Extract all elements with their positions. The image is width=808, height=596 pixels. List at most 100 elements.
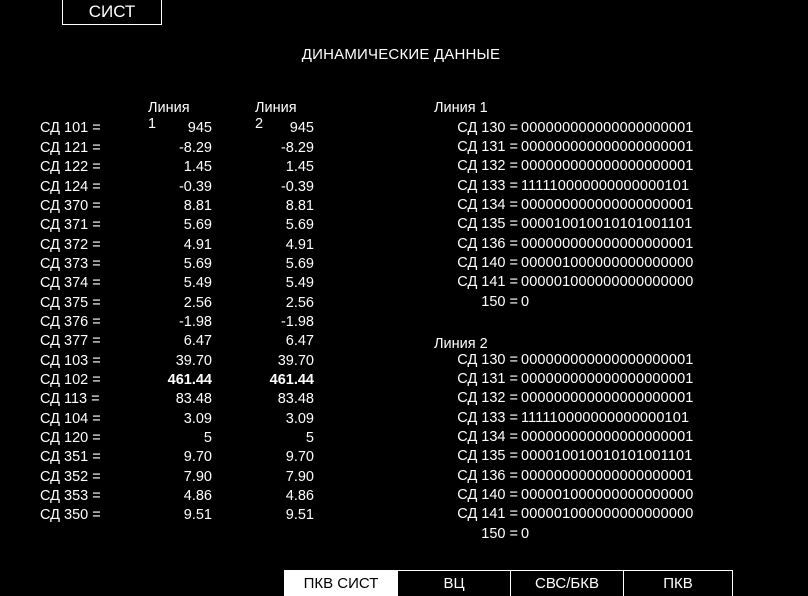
page-title: ДИНАМИЧЕСКИЕ ДАННЫЕ bbox=[301, 46, 501, 63]
line1-value: 9.51 bbox=[183, 507, 212, 523]
bit-value: 000000000000000000001 bbox=[521, 352, 694, 368]
line1-value: 5.49 bbox=[183, 275, 212, 291]
line1-value: 9.70 bbox=[183, 449, 212, 465]
left-data-row: СД 104 = 3.09 3.09 bbox=[40, 411, 320, 430]
left-data-row: СД 102 = 461.44 461.44 bbox=[40, 372, 320, 391]
right-data-row: СД 131 = 000000000000000000001 bbox=[434, 139, 734, 158]
bit-value: 000000000000000000001 bbox=[521, 429, 694, 445]
row-label: СД 132 = bbox=[457, 390, 518, 406]
right-data-row: СД 140 = 000001000000000000000 bbox=[434, 487, 734, 506]
row-label: СД 370 = bbox=[40, 198, 101, 214]
row-label: СД 121 = bbox=[40, 140, 101, 156]
right-data-row: СД 133 = 111110000000000000101 bbox=[434, 410, 734, 429]
line1-value: 945 bbox=[187, 120, 212, 136]
line2-value: 945 bbox=[289, 120, 314, 136]
left-data-row: СД 124 = -0.39 -0.39 bbox=[40, 179, 320, 198]
line2-value: 39.70 bbox=[277, 353, 314, 369]
bit-value: 000000000000000000001 bbox=[521, 371, 694, 387]
line2-value: 7.90 bbox=[285, 469, 314, 485]
line2-value: 9.51 bbox=[285, 507, 314, 523]
left-data-row: СД 101 = 945 945 bbox=[40, 120, 320, 139]
bit-value: 000001000000000000000 bbox=[521, 487, 694, 503]
left-data-row: СД 121 = -8.29 -8.29 bbox=[40, 140, 320, 159]
bit-value: 111110000000000000101 bbox=[521, 178, 690, 194]
bit-value: 000000000000000000001 bbox=[521, 390, 694, 406]
sist-button[interactable]: СИСТ bbox=[62, 0, 162, 25]
line1-value: 8.81 bbox=[183, 198, 212, 214]
line2-value: 5.69 bbox=[285, 256, 314, 272]
row-label: СД 102 = bbox=[40, 372, 101, 388]
bit-value: 000001000000000000000 bbox=[521, 506, 694, 522]
bit-value: 000010010010101001101 bbox=[521, 216, 693, 232]
row-label: СД 133 = bbox=[457, 178, 518, 194]
line1-value: -0.39 bbox=[178, 179, 212, 195]
row-label: СД 134 = bbox=[457, 197, 518, 213]
left-data-row: СД 377 = 6.47 6.47 bbox=[40, 333, 320, 352]
row-label: 150 = bbox=[481, 526, 518, 542]
right-data-row: СД 141 = 000001000000000000000 bbox=[434, 506, 734, 525]
line2-value: 9.70 bbox=[285, 449, 314, 465]
row-label: СД 133 = bbox=[457, 410, 518, 426]
line2-value: -8.29 bbox=[280, 140, 314, 156]
line2-value: -1.98 bbox=[280, 314, 314, 330]
right-data-row: СД 141 = 000001000000000000000 bbox=[434, 274, 734, 293]
line1-value: 6.47 bbox=[183, 333, 212, 349]
line2-value: 3.09 bbox=[285, 411, 314, 427]
left-data-row: СД 103 = 39.70 39.70 bbox=[40, 353, 320, 372]
row-label: СД 136 = bbox=[457, 236, 518, 252]
tab-svs-bkv[interactable]: СВС/БКВ bbox=[510, 571, 623, 596]
row-label: СД 120 = bbox=[40, 430, 101, 446]
right-data-row: СД 130 = 000000000000000000001 bbox=[434, 352, 734, 371]
left-data-row: СД 374 = 5.49 5.49 bbox=[40, 275, 320, 294]
line1-value: 5.69 bbox=[183, 256, 212, 272]
row-label: СД 350 = bbox=[40, 507, 101, 523]
row-label: СД 103 = bbox=[40, 353, 101, 369]
right-data-row: СД 133 = 111110000000000000101 bbox=[434, 178, 734, 197]
line2-value: 5.69 bbox=[285, 217, 314, 233]
row-label: СД 141 = bbox=[457, 274, 518, 290]
row-label: СД 104 = bbox=[40, 411, 101, 427]
bit-value: 000000000000000000001 bbox=[521, 236, 694, 252]
row-label: СД 353 = bbox=[40, 488, 101, 504]
left-data-row: СД 113 = 83.48 83.48 bbox=[40, 391, 320, 410]
bit-value: 000010010010101001101 bbox=[521, 448, 693, 464]
line1-value: 5.69 bbox=[183, 217, 212, 233]
bottom-tab-bar: ПКВ СИСТ ВЦ СВС/БКВ ПКВ bbox=[284, 570, 733, 596]
section-header-line1: Линия 1 bbox=[434, 100, 488, 116]
bit-value: 0 bbox=[521, 526, 530, 542]
row-label: СД 131 = bbox=[457, 371, 518, 387]
row-label: СД 374 = bbox=[40, 275, 101, 291]
row-label: СД 373 = bbox=[40, 256, 101, 272]
row-label: СД 351 = bbox=[40, 449, 101, 465]
tab-pkv-sist[interactable]: ПКВ СИСТ bbox=[284, 571, 397, 596]
row-label: СД 135 = bbox=[457, 448, 518, 464]
right-data-row: СД 132 = 000000000000000000001 bbox=[434, 158, 734, 177]
line1-value: 2.56 bbox=[183, 295, 212, 311]
left-data-row: СД 120 = 5 5 bbox=[40, 430, 320, 449]
right-data-row: СД 140 = 000001000000000000000 bbox=[434, 255, 734, 274]
right-data-row: 150 = 0 bbox=[434, 294, 734, 313]
right-data-row: СД 134 = 000000000000000000001 bbox=[434, 197, 734, 216]
row-label: СД 135 = bbox=[457, 216, 518, 232]
right-data-row: СД 130 = 000000000000000000001 bbox=[434, 120, 734, 139]
left-data-row: СД 122 = 1.45 1.45 bbox=[40, 159, 320, 178]
right-data-row: СД 131 = 000000000000000000001 bbox=[434, 371, 734, 390]
tab-pkv[interactable]: ПКВ bbox=[623, 571, 732, 596]
line2-value: 5.49 bbox=[285, 275, 314, 291]
row-label: СД 376 = bbox=[40, 314, 101, 330]
tab-vc[interactable]: ВЦ bbox=[397, 571, 510, 596]
row-label: СД 371 = bbox=[40, 217, 101, 233]
line2-value: 4.86 bbox=[285, 488, 314, 504]
left-data-row: СД 350 = 9.51 9.51 bbox=[40, 507, 320, 526]
bit-value: 000000000000000000001 bbox=[521, 468, 694, 484]
line2-value: 6.47 bbox=[285, 333, 314, 349]
left-data-row: СД 352 = 7.90 7.90 bbox=[40, 469, 320, 488]
row-label: СД 352 = bbox=[40, 469, 101, 485]
right-data-row: СД 136 = 000000000000000000001 bbox=[434, 236, 734, 255]
line1-value: -1.98 bbox=[178, 314, 212, 330]
left-data-row: СД 372 = 4.91 4.91 bbox=[40, 237, 320, 256]
row-label: СД 141 = bbox=[457, 506, 518, 522]
row-label: СД 372 = bbox=[40, 237, 101, 253]
right-data-row: СД 135 = 000010010010101001101 bbox=[434, 448, 734, 467]
row-label: СД 113 = bbox=[40, 391, 100, 407]
